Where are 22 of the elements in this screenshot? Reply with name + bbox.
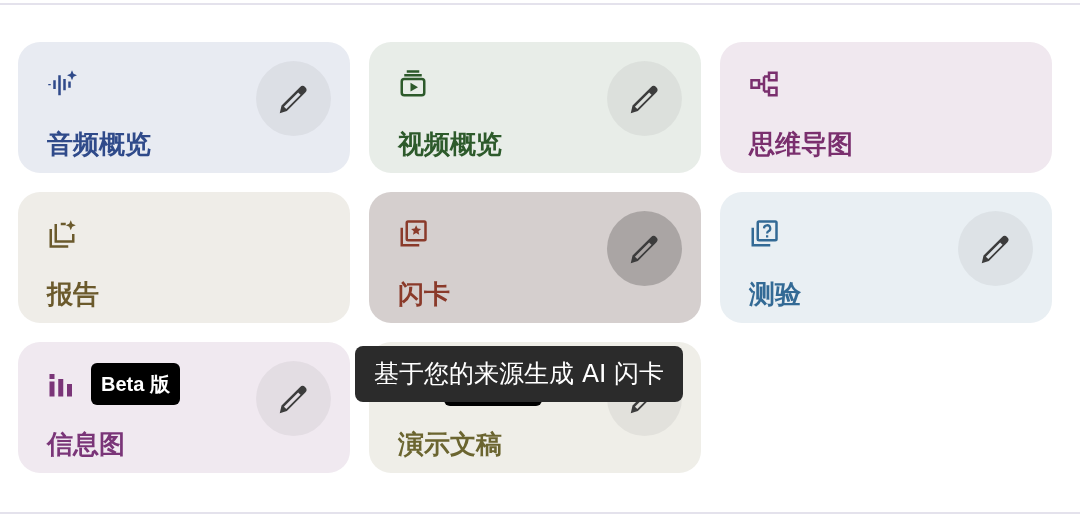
question-cards-icon [749, 219, 779, 249]
card-title: 闪卡 [398, 278, 451, 310]
card-background[interactable]: 音频概览 [18, 42, 350, 173]
card-background[interactable]: 闪卡 [369, 192, 701, 323]
card-background[interactable]: 思维导图 [720, 42, 1052, 173]
star-cards-icon [398, 219, 428, 249]
card-title: 报告 [47, 278, 100, 310]
card-title: 测验 [749, 278, 802, 310]
card-title: 信息图 [47, 428, 126, 460]
tooltip: 基于您的来源生成 AI 闪卡 [355, 346, 684, 402]
card-background[interactable]: 测验 [720, 192, 1052, 323]
card-background[interactable]: 报告 [18, 192, 350, 323]
card-title: 视频概览 [398, 128, 503, 160]
mind-map-icon [749, 69, 779, 99]
card-title: 演示文稿 [398, 428, 503, 460]
document-sparkle-icon [47, 219, 77, 249]
card-background[interactable]: Beta 版 信息图 [18, 342, 350, 473]
card-title: 思维导图 [749, 128, 854, 160]
card-title: 音频概览 [47, 128, 152, 160]
video-stack-icon [398, 69, 428, 99]
beta-badge: Beta 版 [91, 363, 180, 405]
card-background[interactable]: 视频概览 [369, 42, 701, 173]
